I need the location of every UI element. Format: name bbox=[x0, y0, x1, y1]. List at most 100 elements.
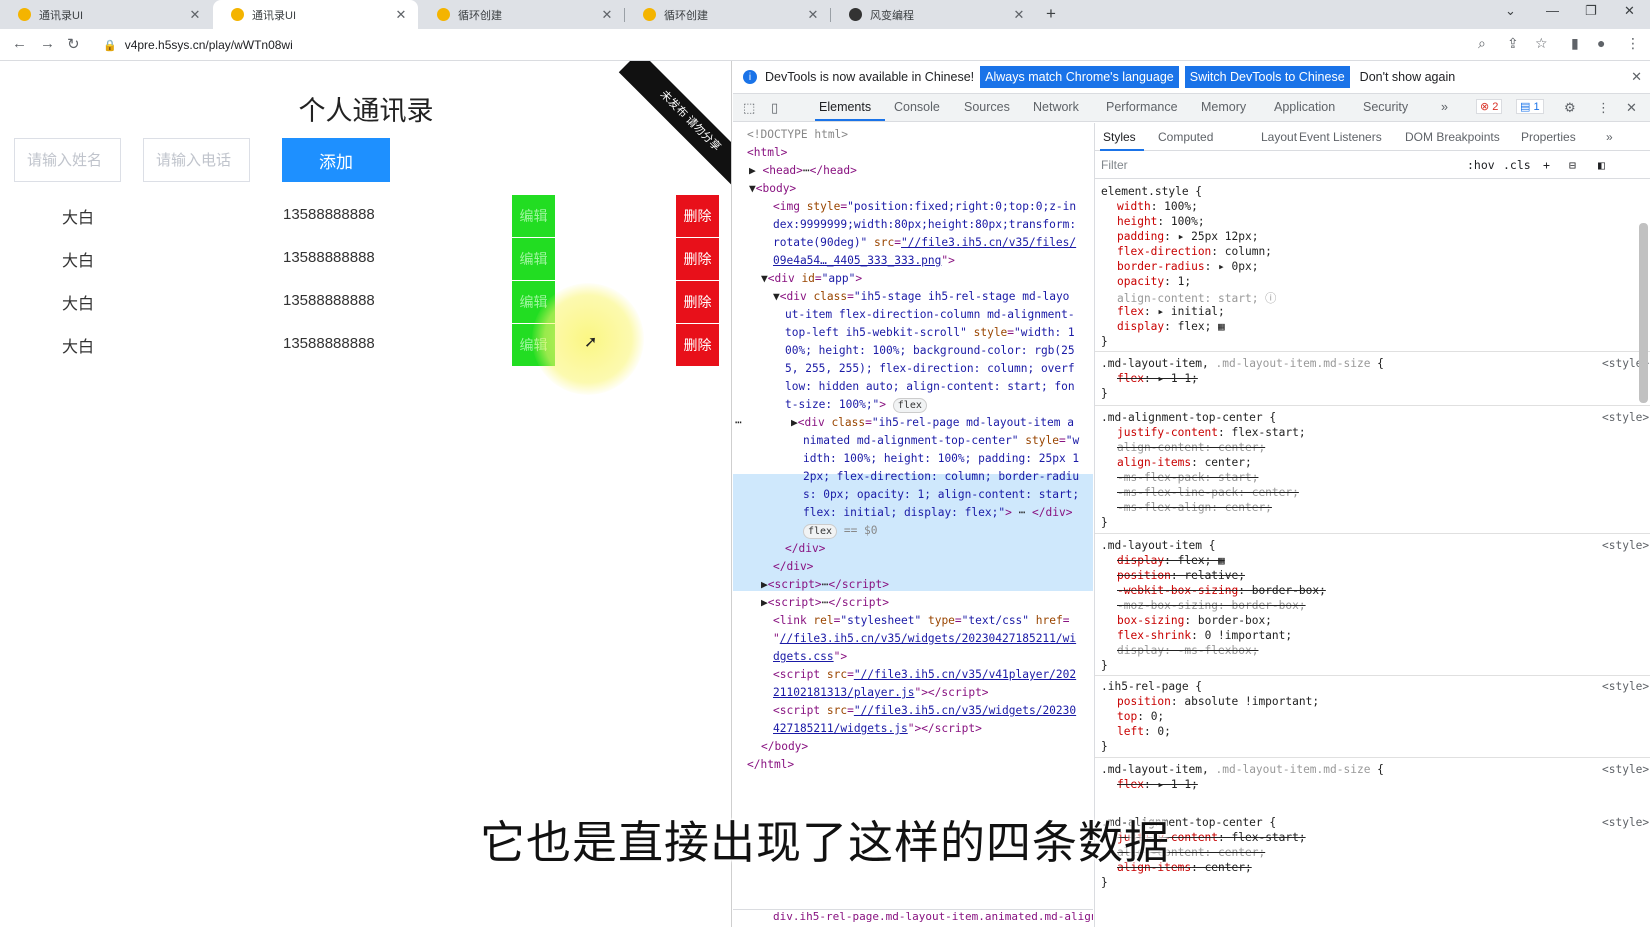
always-match-language-button[interactable]: Always match Chrome's language bbox=[980, 66, 1179, 88]
css-declaration[interactable]: -ms-flex-align: center; bbox=[1117, 501, 1272, 514]
css-declaration[interactable]: display: flex; ▦ bbox=[1117, 554, 1225, 567]
css-rule-source[interactable]: <style> bbox=[1602, 411, 1649, 424]
close-devtools-icon[interactable]: ✕ bbox=[1626, 100, 1637, 116]
edit-button[interactable]: 编辑 bbox=[512, 238, 555, 280]
close-icon[interactable]: ✕ bbox=[1012, 7, 1026, 23]
tab-dom-breakpoints[interactable]: DOM Breakpoints bbox=[1405, 130, 1500, 144]
new-rule-icon[interactable]: + bbox=[1543, 158, 1550, 172]
css-declaration[interactable]: top: 0; bbox=[1117, 710, 1164, 723]
tab-layout[interactable]: Layout bbox=[1261, 130, 1297, 144]
css-declaration[interactable]: padding: ▸ 25px 12px; bbox=[1117, 230, 1258, 243]
tab-properties[interactable]: Properties bbox=[1521, 130, 1576, 144]
css-declaration[interactable]: flex: ▸ initial; bbox=[1117, 305, 1225, 318]
minimize-icon[interactable]: — bbox=[1546, 3, 1559, 18]
message-count-badge[interactable]: ▤ 1 bbox=[1516, 99, 1544, 114]
bookmark-star-icon[interactable]: ☆ bbox=[1535, 35, 1548, 52]
phone-input[interactable] bbox=[143, 138, 250, 182]
tab-computed[interactable]: Computed bbox=[1158, 130, 1213, 144]
css-declaration[interactable]: flex: ▸ 1 1; bbox=[1117, 778, 1198, 791]
tab-application[interactable]: Application bbox=[1274, 100, 1335, 114]
filter-input[interactable] bbox=[1101, 156, 1401, 174]
close-icon[interactable]: ✕ bbox=[806, 7, 820, 23]
css-declaration[interactable]: -ms-flex-pack: start; bbox=[1117, 471, 1258, 484]
css-declaration[interactable]: justify-content: flex-start; bbox=[1117, 426, 1306, 439]
browser-tab-active[interactable]: 通讯录UI ✕ bbox=[213, 0, 418, 29]
dom-node[interactable]: <script src="//file3.ih5.cn/v35/widgets/… bbox=[773, 702, 1076, 720]
more-options-icon[interactable]: ⋮ bbox=[1597, 100, 1610, 116]
css-declaration[interactable]: flex: ▸ 1 1; bbox=[1117, 372, 1198, 385]
css-declaration[interactable]: box-sizing: border-box; bbox=[1117, 614, 1272, 627]
css-declaration[interactable]: display: flex; ▦ bbox=[1117, 320, 1225, 333]
computed-sidebar-icon[interactable]: ◧ bbox=[1598, 158, 1605, 172]
css-declaration[interactable]: left: 0; bbox=[1117, 725, 1171, 738]
css-declaration[interactable]: position: absolute !important; bbox=[1117, 695, 1319, 708]
delete-button[interactable]: 删除 bbox=[676, 195, 719, 237]
css-rule-selector[interactable]: .md-layout-item, .md-layout-item.md-size… bbox=[1101, 357, 1384, 370]
close-icon[interactable]: ✕ bbox=[394, 7, 408, 23]
css-declaration[interactable]: flex-shrink: 0 !important; bbox=[1117, 629, 1292, 642]
tab-memory[interactable]: Memory bbox=[1201, 100, 1246, 114]
css-declaration[interactable]: align-content: center; bbox=[1117, 441, 1265, 454]
share-icon[interactable]: ⇪ bbox=[1507, 35, 1519, 52]
edit-button[interactable]: 编辑 bbox=[512, 195, 555, 237]
element-state-icon[interactable]: ⊟ bbox=[1569, 158, 1576, 172]
zoom-icon[interactable]: ⌕ bbox=[1478, 35, 1486, 52]
css-rule-selector[interactable]: .md-alignment-top-center { bbox=[1101, 411, 1276, 424]
tab-event-listeners[interactable]: Event Listeners bbox=[1299, 130, 1382, 144]
dom-node[interactable]: ▶<script>⋯</script> bbox=[761, 594, 889, 612]
dom-node[interactable]: <script src="//file3.ih5.cn/v35/v41playe… bbox=[773, 666, 1076, 684]
css-declaration[interactable]: border-radius: ▸ 0px; bbox=[1117, 260, 1258, 273]
tab-console[interactable]: Console bbox=[894, 100, 940, 114]
close-icon[interactable]: ✕ bbox=[188, 7, 202, 23]
css-declaration[interactable]: display: -ms-flexbox; bbox=[1117, 644, 1258, 657]
css-rule-source[interactable]: <style> bbox=[1602, 680, 1649, 693]
css-declaration[interactable]: flex-direction: column; bbox=[1117, 245, 1272, 258]
browser-tab[interactable]: 通讯录UI ✕ bbox=[0, 0, 212, 29]
css-rule-selector[interactable]: .md-layout-item, .md-layout-item.md-size… bbox=[1101, 763, 1384, 776]
delete-button[interactable]: 删除 bbox=[676, 281, 719, 323]
css-rule-selector[interactable]: element.style { bbox=[1101, 185, 1202, 198]
browser-tab[interactable]: 循环创建 ✕ bbox=[419, 0, 624, 29]
window-close-icon[interactable]: ✕ bbox=[1624, 3, 1635, 19]
restore-icon[interactable]: ❐ bbox=[1585, 3, 1597, 19]
styles-scrollbar[interactable] bbox=[1639, 223, 1648, 403]
tab-performance[interactable]: Performance bbox=[1106, 100, 1178, 114]
delete-button[interactable]: 删除 bbox=[676, 238, 719, 280]
css-rule-selector[interactable]: .md-layout-item { bbox=[1101, 539, 1216, 552]
dom-node[interactable]: ▼<body> bbox=[749, 180, 796, 198]
css-declaration[interactable]: width: 100%; bbox=[1117, 200, 1198, 213]
dom-node[interactable]: ▶<script>⋯</script> bbox=[761, 576, 889, 594]
name-input[interactable] bbox=[14, 138, 121, 182]
css-declaration[interactable]: -ms-flex-line-pack: center; bbox=[1117, 486, 1299, 499]
css-declaration[interactable]: align-content: start; ⓘ bbox=[1117, 290, 1276, 306]
dom-node[interactable]: ▶ <head>⋯</head> bbox=[749, 162, 857, 180]
close-icon[interactable]: ✕ bbox=[600, 7, 614, 23]
back-icon[interactable]: ← bbox=[12, 35, 27, 52]
class-toggle[interactable]: .cls bbox=[1503, 158, 1531, 172]
more-tabs-icon[interactable]: » bbox=[1441, 100, 1448, 114]
css-rule-source[interactable]: <style> bbox=[1602, 539, 1649, 552]
switch-to-chinese-button[interactable]: Switch DevTools to Chinese bbox=[1184, 66, 1350, 88]
css-declaration[interactable]: height: 100%; bbox=[1117, 215, 1205, 228]
dom-node-selected[interactable]: ▶<div class="ih5-rel-page md-layout-item… bbox=[791, 414, 1074, 432]
css-rule-source[interactable]: <style> bbox=[1602, 763, 1649, 776]
dont-show-again-link[interactable]: Don't show again bbox=[1360, 70, 1456, 84]
side-panel-icon[interactable]: ▮ bbox=[1571, 35, 1579, 52]
css-declaration[interactable]: position: relative; bbox=[1117, 569, 1245, 582]
hover-state-toggle[interactable]: :hov bbox=[1467, 158, 1495, 172]
dom-node[interactable]: <!DOCTYPE html> bbox=[747, 126, 848, 144]
profile-icon[interactable]: ● bbox=[1597, 35, 1605, 51]
dom-node-ellipsis[interactable]: ⋯ bbox=[735, 414, 742, 432]
device-toolbar-icon[interactable]: ▯ bbox=[771, 100, 778, 116]
dom-node[interactable]: <img style="position:fixed;right:0;top:0… bbox=[773, 198, 1076, 216]
dom-node[interactable]: </div> bbox=[785, 540, 825, 558]
css-declaration[interactable]: -webkit-box-sizing: border-box; bbox=[1117, 584, 1326, 597]
new-tab-button[interactable]: + bbox=[1046, 4, 1056, 24]
more-tabs-icon[interactable]: » bbox=[1606, 130, 1613, 144]
settings-gear-icon[interactable]: ⚙ bbox=[1564, 100, 1576, 116]
tab-network[interactable]: Network bbox=[1033, 100, 1079, 114]
add-button[interactable]: 添加 bbox=[282, 138, 390, 182]
close-icon[interactable]: ✕ bbox=[1631, 69, 1642, 85]
dom-node[interactable]: ▼<div class="ih5-stage ih5-rel-stage md-… bbox=[773, 288, 1069, 306]
css-declaration[interactable]: -moz-box-sizing: border-box; bbox=[1117, 599, 1306, 612]
